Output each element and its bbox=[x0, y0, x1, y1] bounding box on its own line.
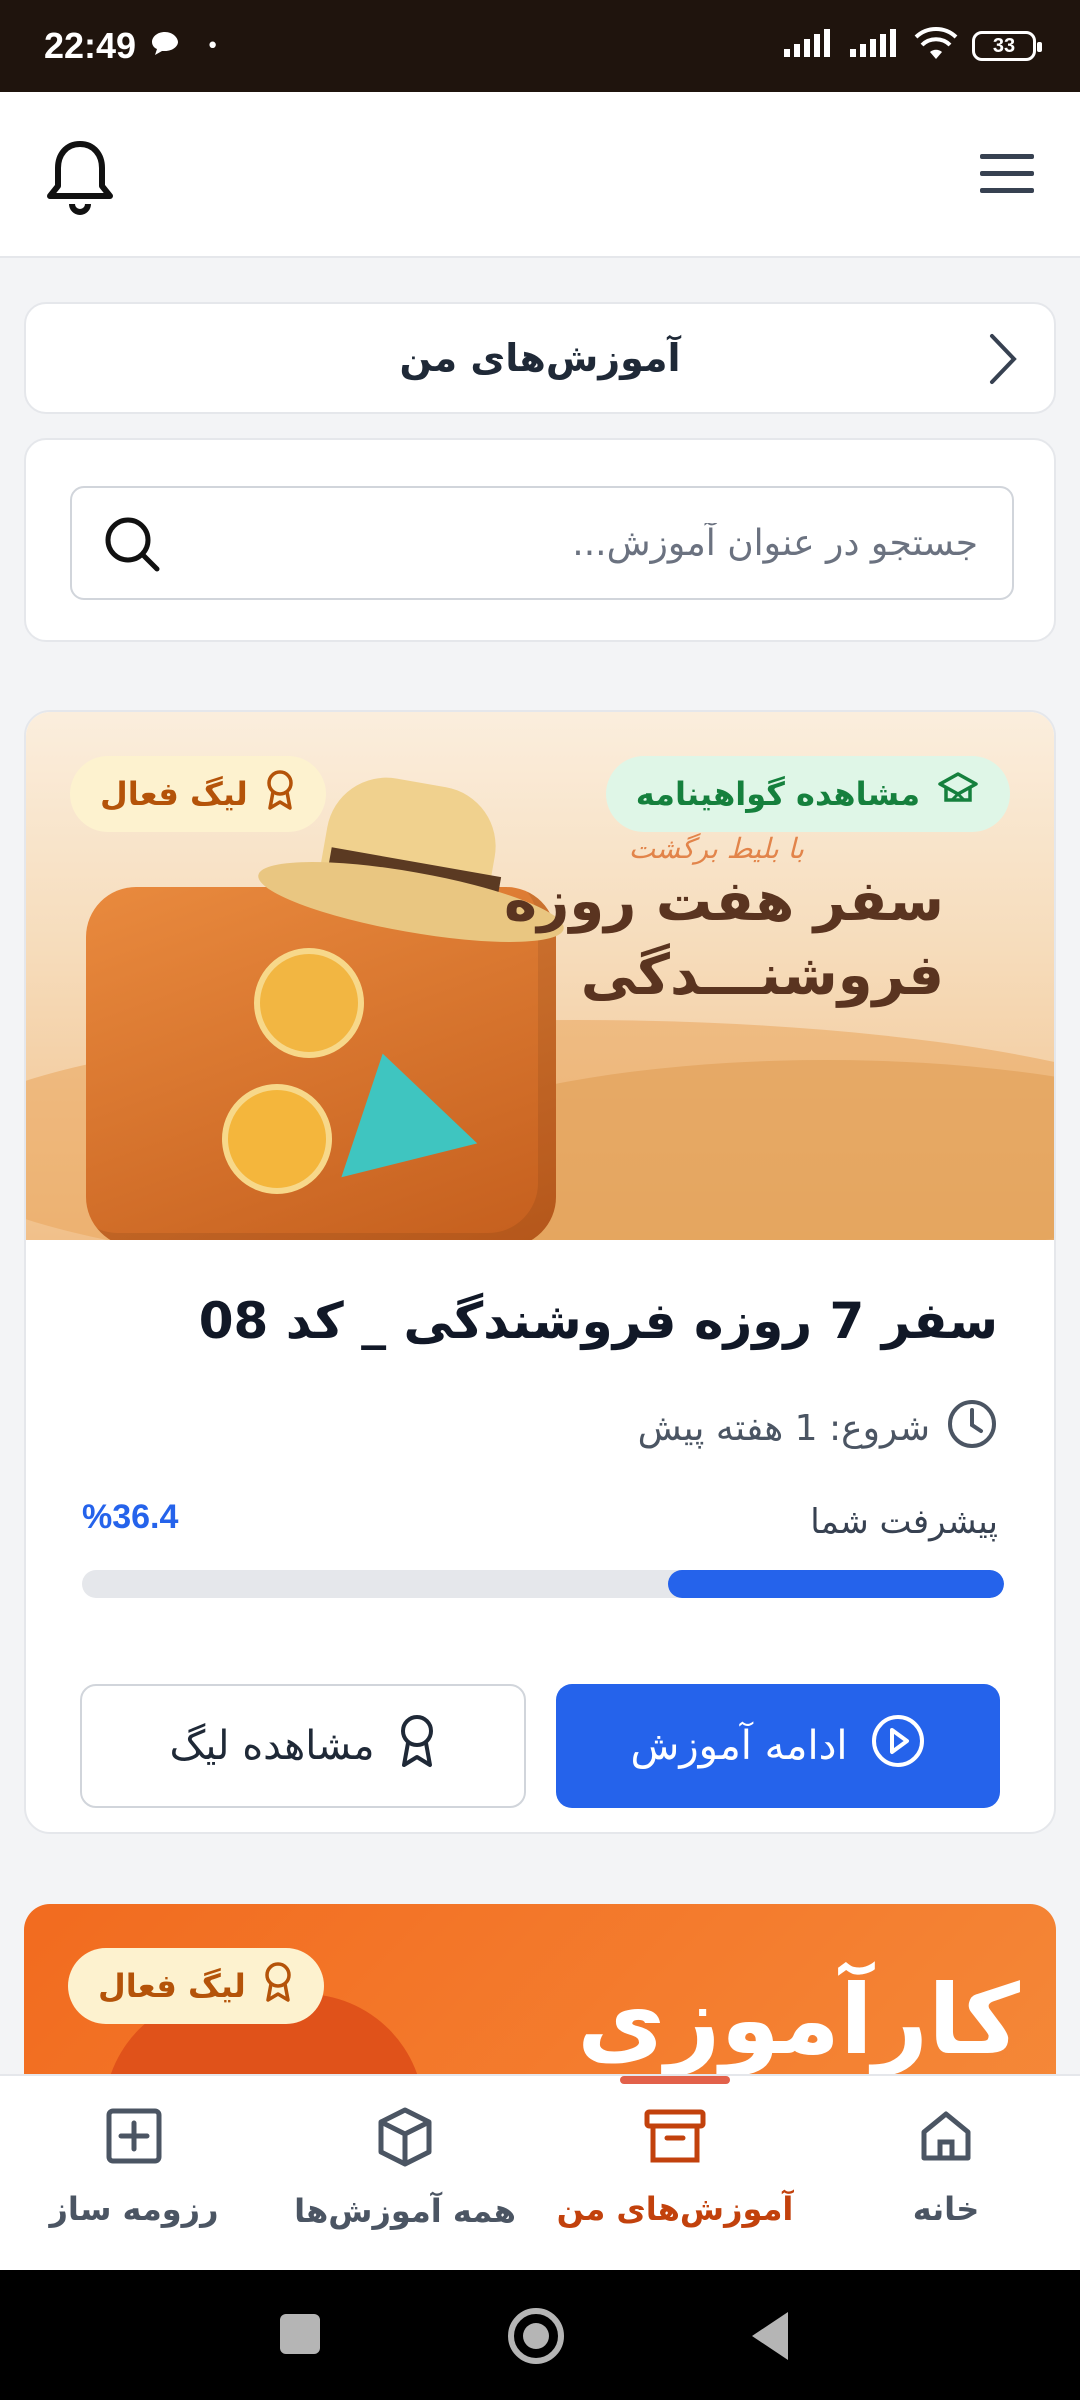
course-title[interactable]: سفر 7 روزه فروشندگی _ کد 08 bbox=[199, 1292, 998, 1350]
course-banner-image[interactable]: با بلیط برگشت سفر هفت روزه فروشنـــدگی م… bbox=[26, 712, 1054, 1240]
award-icon bbox=[262, 1961, 294, 2011]
menu-icon[interactable] bbox=[978, 152, 1036, 200]
search-icon[interactable] bbox=[102, 514, 162, 578]
wifi-icon bbox=[914, 27, 958, 65]
nav-label-my-courses: آموزش‌های من bbox=[556, 2190, 794, 2228]
continue-course-label: ادامه آموزش bbox=[630, 1723, 848, 1769]
progress-bar bbox=[82, 1570, 1004, 1598]
active-league-badge-2: لیگ فعال bbox=[68, 1948, 324, 2024]
palm-sticker bbox=[222, 1084, 332, 1194]
active-tab-indicator bbox=[620, 2076, 730, 2084]
screen: 22:49 • 33 آموزش‌های من bbox=[0, 0, 1080, 2400]
status-bar: 22:49 • 33 bbox=[0, 0, 1080, 92]
progress-label: پیشرفت شما bbox=[810, 1502, 998, 1542]
search-card bbox=[24, 438, 1056, 642]
app-bar bbox=[0, 92, 1080, 258]
bell-icon[interactable] bbox=[44, 136, 116, 220]
progress-bar-fill bbox=[668, 1570, 1004, 1598]
active-league-badge: لیگ فعال bbox=[70, 756, 326, 832]
banner-title-line1: سفر هفت روزه bbox=[504, 869, 944, 934]
status-dot: • bbox=[206, 33, 220, 59]
plus-square-icon bbox=[104, 2106, 164, 2174]
nav-item-resume-builder[interactable]: رزومه ساز bbox=[14, 2106, 254, 2228]
view-certificate-badge[interactable]: مشاهده گواهینامه bbox=[605, 756, 1010, 832]
home-button[interactable] bbox=[508, 2308, 564, 2364]
nav-item-home[interactable]: خانه bbox=[826, 2106, 1066, 2228]
home-icon bbox=[916, 2106, 976, 2174]
box-icon bbox=[375, 2106, 435, 2176]
status-time: 22:49 bbox=[44, 25, 137, 66]
nav-label-resume-builder: رزومه ساز bbox=[49, 2190, 219, 2228]
page-title: آموزش‌های من bbox=[399, 336, 681, 380]
chat-icon bbox=[150, 30, 180, 62]
course-card: با بلیط برگشت سفر هفت روزه فروشنـــدگی م… bbox=[24, 710, 1056, 1834]
nav-item-my-courses[interactable]: آموزش‌های من bbox=[555, 2106, 795, 2228]
continue-course-button[interactable]: ادامه آموزش bbox=[556, 1684, 1000, 1808]
start-info: شروع: 1 هفته پیش bbox=[638, 1398, 998, 1459]
recents-button[interactable] bbox=[280, 2314, 320, 2354]
search-box bbox=[70, 486, 1014, 600]
signal-icon bbox=[782, 29, 834, 63]
course2-banner-title: کارآموزی bbox=[577, 1964, 1020, 2076]
nav-label-all-courses: همه آموزش‌ها bbox=[294, 2192, 516, 2230]
progress-value: %36.4 bbox=[82, 1498, 179, 1536]
active-league-label: لیگ فعال bbox=[100, 775, 248, 813]
banner-title-line2: فروشنـــدگی bbox=[580, 943, 944, 1008]
bottom-nav: خانه آموزش‌های من همه آموزش‌ها رزومه ساز bbox=[0, 2074, 1080, 2270]
banner-subtitle: با بلیط برگشت bbox=[628, 832, 804, 865]
award-icon bbox=[264, 769, 296, 819]
system-nav-bar bbox=[0, 2270, 1080, 2400]
nav-label-home: خانه bbox=[912, 2190, 980, 2228]
clock-icon bbox=[946, 1398, 998, 1459]
view-league-button[interactable]: مشاهده لیگ bbox=[80, 1684, 526, 1808]
chevron-right-icon[interactable] bbox=[986, 332, 1020, 390]
award-icon bbox=[397, 1713, 437, 1779]
search-input[interactable] bbox=[178, 488, 978, 598]
play-circle-icon bbox=[870, 1713, 926, 1779]
globe-sticker bbox=[254, 948, 364, 1058]
nav-item-all-courses[interactable]: همه آموزش‌ها bbox=[285, 2106, 525, 2230]
signal-icon-2 bbox=[848, 29, 900, 63]
certificate-icon bbox=[936, 770, 980, 818]
back-button[interactable] bbox=[752, 2312, 788, 2360]
start-text: شروع: 1 هفته پیش bbox=[637, 1408, 930, 1449]
battery-icon: 33 bbox=[972, 31, 1042, 61]
page-title-card: آموزش‌های من bbox=[24, 302, 1056, 414]
view-league-label: مشاهده لیگ bbox=[169, 1723, 375, 1769]
archive-icon bbox=[643, 2106, 707, 2174]
banner-text: با بلیط برگشت سفر هفت روزه فروشنـــدگی bbox=[504, 832, 944, 1013]
active-league-label-2: لیگ فعال bbox=[98, 1967, 246, 2005]
view-certificate-label: مشاهده گواهینامه bbox=[635, 775, 920, 813]
